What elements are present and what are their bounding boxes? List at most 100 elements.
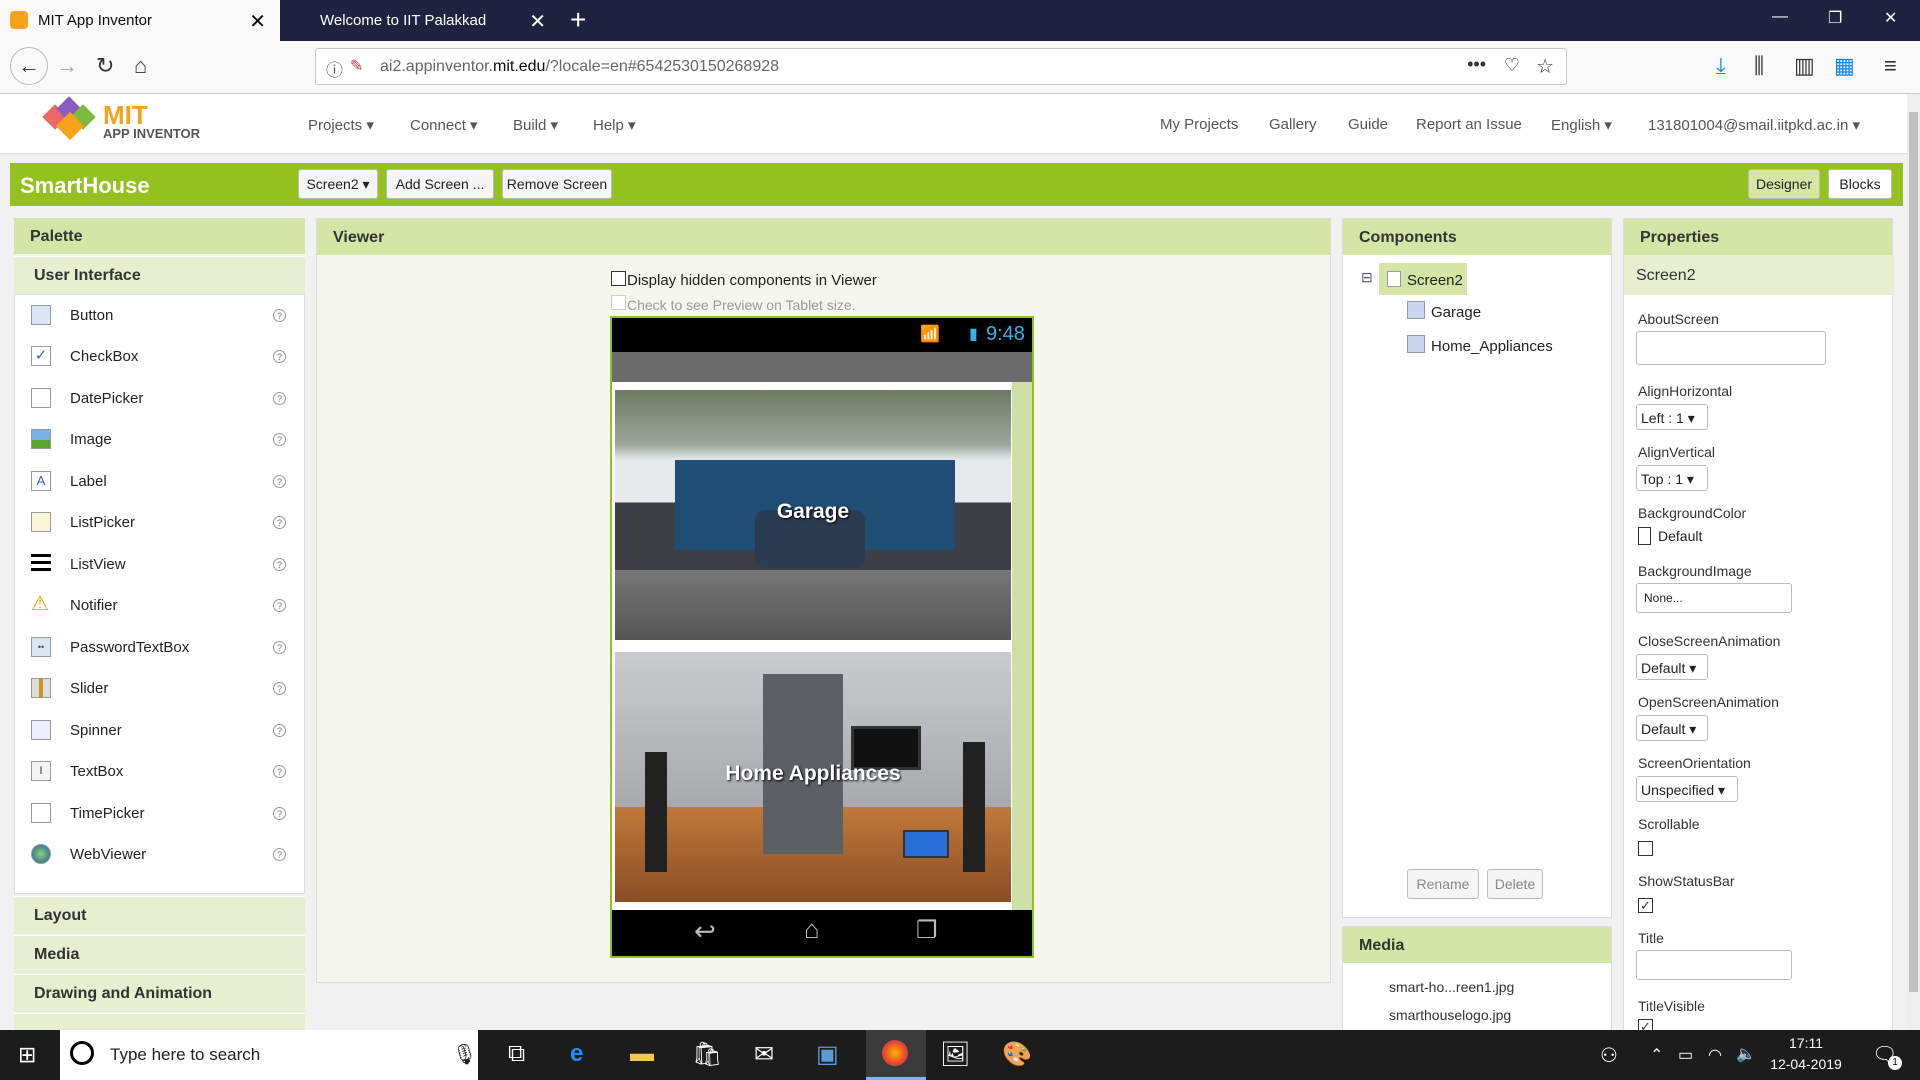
background-image-picker[interactable]: None... <box>1636 583 1792 613</box>
battery-tray-icon[interactable]: ▭ <box>1678 1045 1693 1065</box>
palette-item-webviewer[interactable]: WebViewer? <box>15 834 304 875</box>
tree-screen2[interactable]: Screen2 <box>1379 263 1467 295</box>
show-status-bar-checkbox[interactable]: ✓ <box>1638 898 1653 913</box>
clock-date[interactable]: 12-04-2019 <box>1764 1056 1848 1072</box>
help-icon[interactable]: ? <box>273 475 286 488</box>
task-view-icon[interactable]: ⧉ <box>508 1040 525 1068</box>
garage-image[interactable]: Garage <box>615 390 1011 640</box>
delete-button[interactable]: Delete <box>1487 869 1543 899</box>
help-icon[interactable]: ? <box>273 599 286 612</box>
wifi-icon[interactable]: ◠ <box>1708 1045 1722 1065</box>
firefox-taskbar-item[interactable] <box>866 1030 926 1080</box>
home-nav-icon[interactable]: ⌂ <box>804 914 820 945</box>
windows-start-icon[interactable]: ⊞ <box>18 1042 36 1068</box>
palette-item-image[interactable]: Image? <box>15 419 304 460</box>
volume-icon[interactable]: 🔈 <box>1736 1044 1756 1064</box>
app-inventor-logo-icon[interactable] <box>42 96 98 144</box>
palette-item-label[interactable]: A Label? <box>15 461 304 502</box>
help-icon[interactable]: ? <box>273 309 286 322</box>
media-file[interactable]: smarthouselogo.jpg <box>1389 1007 1511 1023</box>
help-icon[interactable]: ? <box>273 433 286 446</box>
account-menu[interactable]: 131801004@smail.iitpkd.ac.in ▾ <box>1648 116 1860 134</box>
screen-orientation-select[interactable]: Unspecified ▾ <box>1636 776 1738 802</box>
projects-menu[interactable]: Projects ▾ <box>308 116 374 134</box>
background-color-value[interactable]: Default <box>1658 528 1702 544</box>
url-bar[interactable]: ⓘ ✎ ai2.appinventor.mit.edu/?locale=en#6… <box>315 48 1567 85</box>
download-icon[interactable]: ⤓ <box>1716 53 1726 79</box>
close-animation-select[interactable]: Default ▾ <box>1636 654 1708 680</box>
page-scrollbar[interactable] <box>1907 94 1920 1030</box>
tree-home-appliances[interactable]: Home_Appliances <box>1407 335 1597 361</box>
palette-item-slider[interactable]: Slider? <box>15 668 304 709</box>
help-icon[interactable]: ? <box>273 807 286 820</box>
screen-select[interactable]: Screen2 ▾ <box>298 169 378 199</box>
palette-item-textbox[interactable]: I TextBox? <box>15 751 304 792</box>
collapse-icon[interactable]: ⊟ <box>1361 269 1373 286</box>
help-icon[interactable]: ? <box>273 350 286 363</box>
designer-button[interactable]: Designer <box>1748 169 1820 199</box>
palette-item-checkbox[interactable]: ✓ CheckBox? <box>15 336 304 377</box>
scrollable-checkbox[interactable] <box>1638 841 1653 856</box>
title-input[interactable] <box>1636 950 1792 980</box>
recent-apps-icon[interactable]: ❐ <box>916 916 938 945</box>
extension-icon[interactable]: ▦ <box>1834 53 1855 79</box>
more-category[interactable] <box>14 1013 305 1030</box>
palette-item-spinner[interactable]: Spinner? <box>15 710 304 751</box>
help-icon[interactable]: ? <box>273 641 286 654</box>
pocket-icon[interactable]: ♡ <box>1504 55 1520 76</box>
media-category[interactable]: Media <box>14 935 305 973</box>
home-appliances-image[interactable]: Home Appliances <box>615 652 1011 902</box>
connect-menu[interactable]: Connect ▾ <box>410 116 478 134</box>
window-close-icon[interactable]: ✕ <box>1884 8 1897 28</box>
clock-time[interactable]: 17:11 <box>1776 1035 1836 1051</box>
restore-icon[interactable]: ❐ <box>1828 8 1842 28</box>
palette-item-listview[interactable]: ListView? <box>15 544 304 585</box>
help-icon[interactable]: ? <box>273 765 286 778</box>
page-actions-icon[interactable]: ••• <box>1467 54 1486 75</box>
report-issue-link[interactable]: Report an Issue <box>1416 116 1522 133</box>
info-icon[interactable]: ⓘ <box>326 56 343 81</box>
about-screen-textarea[interactable] <box>1636 331 1826 365</box>
remove-screen-button[interactable]: Remove Screen <box>502 169 612 199</box>
add-screen-button[interactable]: Add Screen ... <box>386 169 494 199</box>
tab-iit-palakkad[interactable]: Welcome to IIT Palakkad ✕ <box>280 0 560 41</box>
people-icon[interactable]: ⚇ <box>1600 1043 1618 1068</box>
help-icon[interactable]: ? <box>273 516 286 529</box>
help-icon[interactable]: ? <box>273 724 286 737</box>
open-animation-select[interactable]: Default ▾ <box>1636 715 1708 741</box>
palette-item-passwordtextbox[interactable]: •• PasswordTextBox? <box>15 627 304 668</box>
rename-button[interactable]: Rename <box>1407 869 1479 899</box>
minimize-icon[interactable]: — <box>1772 8 1788 26</box>
forward-icon[interactable]: → <box>56 53 78 79</box>
bookmark-star-icon[interactable]: ☆ <box>1536 54 1554 79</box>
store-icon[interactable]: 🛍 <box>692 1040 722 1069</box>
back-icon[interactable]: ← <box>10 47 48 85</box>
language-menu[interactable]: English ▾ <box>1551 116 1612 134</box>
color-swatch[interactable] <box>1638 527 1651 545</box>
gallery-link[interactable]: Gallery <box>1269 116 1317 133</box>
guide-link[interactable]: Guide <box>1348 116 1388 133</box>
edge-icon[interactable]: e <box>570 1040 583 1068</box>
tab-mit-app-inventor[interactable]: MIT App Inventor ✕ <box>0 0 280 41</box>
align-vertical-select[interactable]: Top : 1 ▾ <box>1636 465 1708 491</box>
user-interface-category[interactable]: User Interface <box>14 256 305 294</box>
paint-icon[interactable]: 🎨 <box>1002 1040 1032 1069</box>
menu-icon[interactable]: ≡ <box>1884 53 1897 79</box>
palette-item-notifier[interactable]: ⚠ Notifier? <box>15 585 304 626</box>
palette-item-datepicker[interactable]: DatePicker? <box>15 378 304 419</box>
build-menu[interactable]: Build ▾ <box>513 116 558 134</box>
library-icon[interactable]: ⫼ <box>1754 53 1764 79</box>
new-tab-icon[interactable]: + <box>570 4 586 36</box>
show-hidden-icons[interactable]: ⌃ <box>1650 1045 1663 1065</box>
home-icon[interactable]: ⌂ <box>134 53 147 79</box>
reload-icon[interactable]: ↻ <box>96 53 114 79</box>
close-icon[interactable]: ✕ <box>249 9 266 34</box>
help-icon[interactable]: ? <box>273 558 286 571</box>
palette-item-listpicker[interactable]: ListPicker? <box>15 502 304 543</box>
close-icon[interactable]: ✕ <box>529 9 546 34</box>
photos-icon[interactable]: 🖼 <box>940 1040 970 1069</box>
help-icon[interactable]: ? <box>273 848 286 861</box>
layout-category[interactable]: Layout <box>14 896 305 934</box>
palette-item-button[interactable]: Button? <box>15 295 304 336</box>
tablet-preview-checkbox[interactable] <box>611 295 626 310</box>
